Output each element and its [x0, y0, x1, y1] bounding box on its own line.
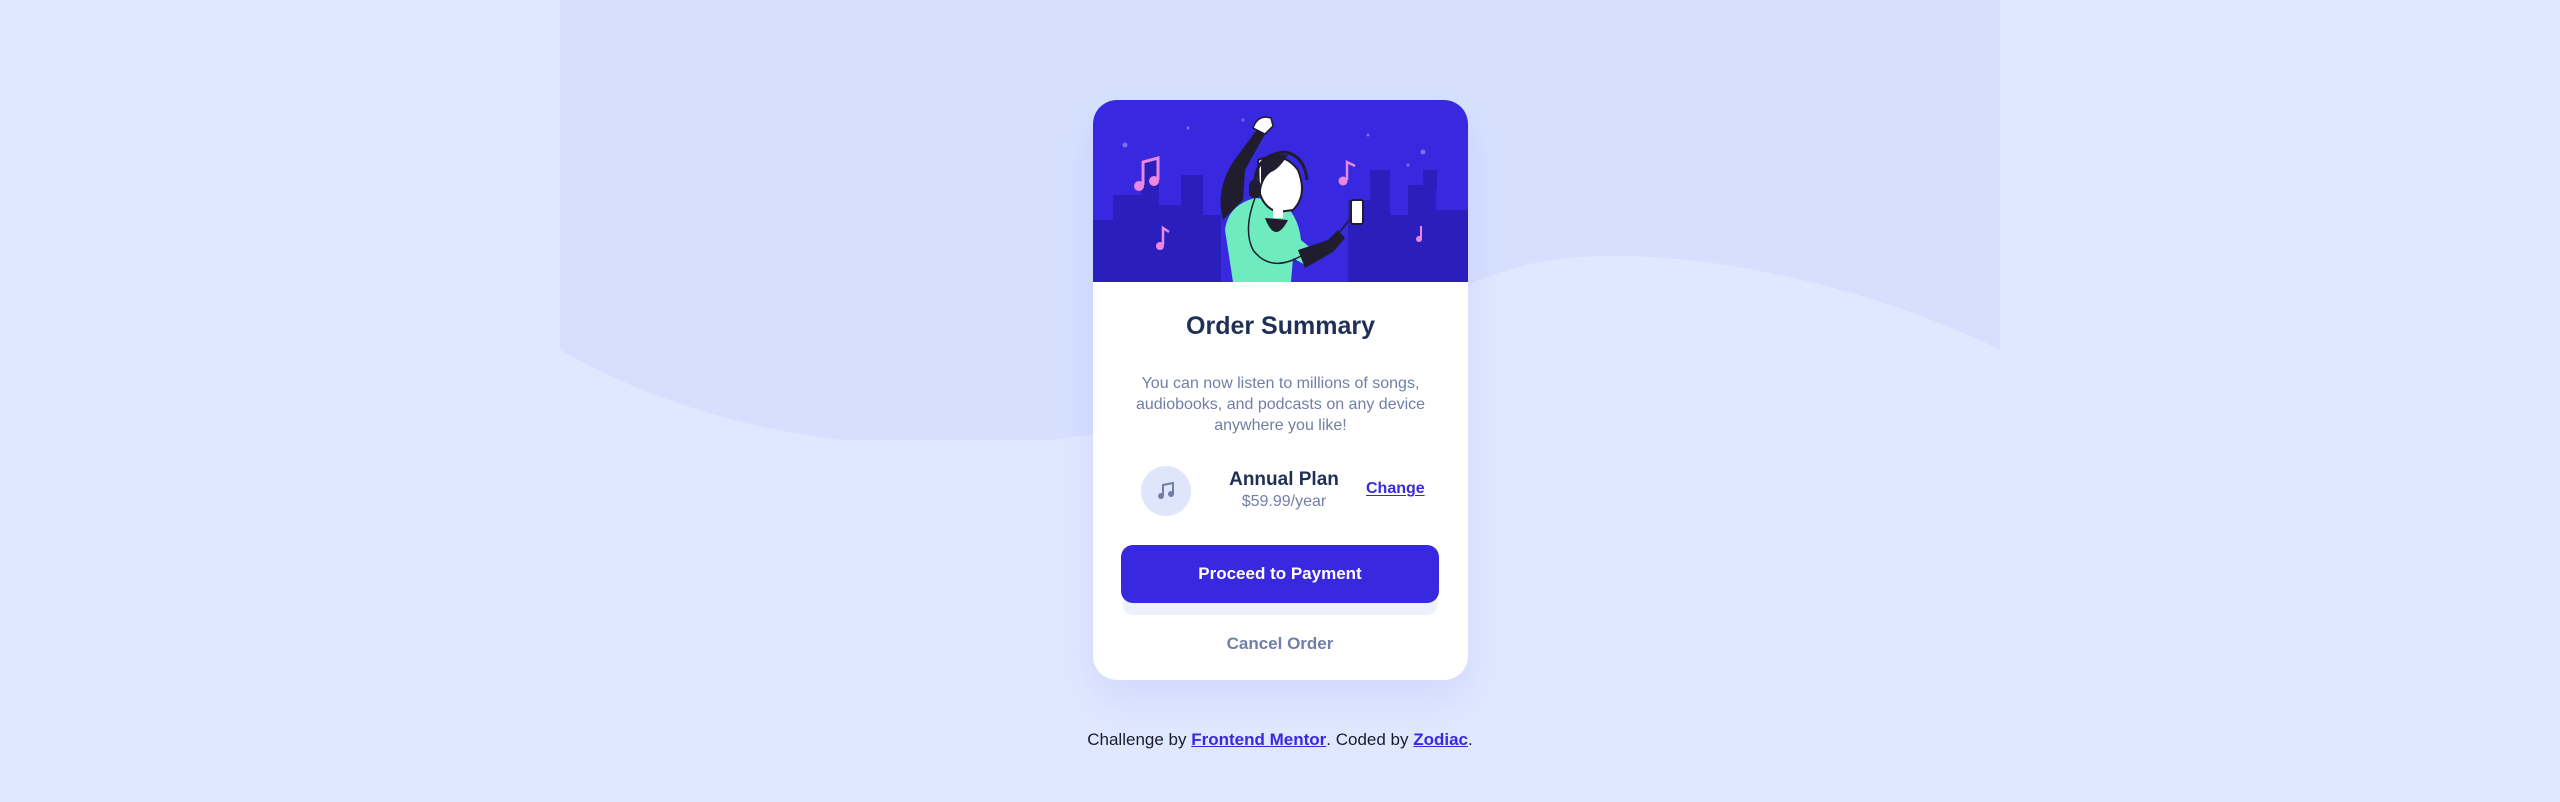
attribution-suffix: .	[1468, 730, 1473, 749]
change-plan-link[interactable]: Change	[1366, 480, 1425, 498]
plan-summary: Annual Plan $59.99/year Change	[1141, 466, 1425, 516]
plan-price: $59.99/year	[1241, 493, 1327, 510]
cancel-order-button[interactable]: Cancel Order	[1121, 624, 1439, 664]
plan-name: Annual Plan	[1229, 469, 1339, 490]
proceed-to-payment-button[interactable]: Proceed to Payment	[1121, 545, 1439, 603]
plan-details: Annual Plan $59.99/year	[1209, 468, 1359, 512]
attribution-middle: . Coded by	[1326, 730, 1414, 749]
attribution-footer: Challenge by Frontend Mentor. Coded by Z…	[0, 730, 2560, 750]
hero-illustration	[1093, 100, 1468, 282]
attribution-prefix: Challenge by	[1087, 730, 1192, 749]
author-link[interactable]: Zodiac	[1413, 730, 1468, 749]
order-description: You can now listen to millions of songs,…	[1135, 375, 1426, 434]
order-summary-card: Order Summary You can now listen to mill…	[1093, 100, 1468, 680]
music-note-icon	[1141, 466, 1191, 516]
frontend-mentor-link[interactable]: Frontend Mentor	[1191, 730, 1326, 749]
page-title: Order Summary	[1186, 312, 1375, 340]
